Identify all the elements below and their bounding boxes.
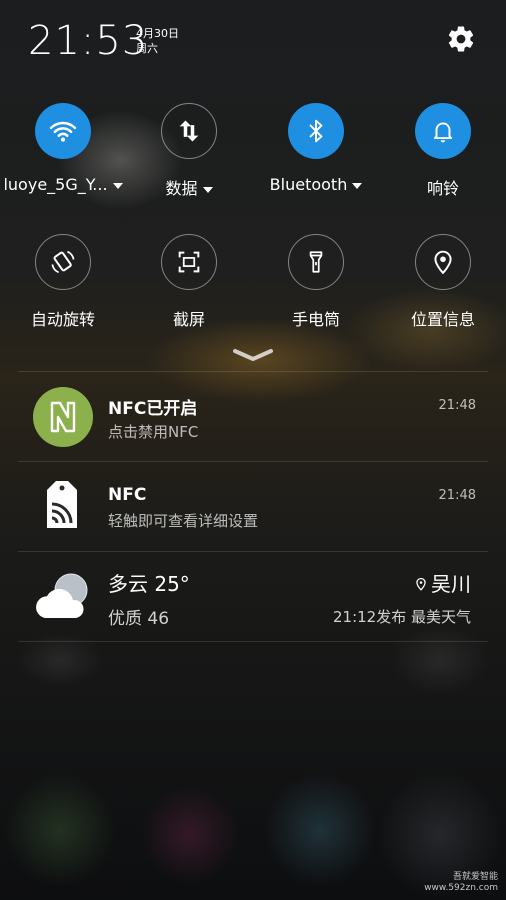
date-block: 4月30日 周六 xyxy=(136,26,179,56)
tile-wifi[interactable]: luoye_5G_Y... xyxy=(0,103,126,194)
auto-rotate-icon xyxy=(51,250,75,274)
auto-rotate-toggle[interactable] xyxy=(35,234,91,290)
wifi-dropdown-caret-icon[interactable] xyxy=(112,182,123,189)
screenshot-label[interactable]: 截屏 xyxy=(126,306,252,330)
screenshot-icon xyxy=(178,251,200,273)
notification-subtitle: 点击禁用NFC xyxy=(108,423,199,441)
sound-toggle[interactable] xyxy=(415,103,471,159)
bell-icon xyxy=(433,122,453,143)
bluetooth-label[interactable]: Bluetooth xyxy=(253,175,379,194)
notification-time: 21:48 xyxy=(438,398,476,413)
collapse-chevron-icon[interactable] xyxy=(233,348,273,362)
bluetooth-toggle[interactable] xyxy=(288,103,344,159)
flashlight-label[interactable]: 手电筒 xyxy=(253,306,379,330)
tile-bluetooth[interactable]: Bluetooth xyxy=(253,103,379,194)
wifi-label[interactable]: luoye_5G_Y... xyxy=(0,175,126,194)
notification-nfc-settings[interactable]: NFC 轻触即可查看详细设置 21:48 xyxy=(0,462,506,550)
notification-nfc-enabled[interactable]: NFC已开启 点击禁用NFC 21:48 xyxy=(0,372,506,460)
date: 4月30日 xyxy=(136,27,179,40)
tile-flashlight[interactable]: 手电筒 xyxy=(253,234,379,330)
tile-screenshot[interactable]: 截屏 xyxy=(126,234,252,330)
tile-sound[interactable]: 响铃 xyxy=(380,103,506,199)
weather-location-text: 吴川 xyxy=(431,572,471,596)
tile-auto-rotate[interactable]: 自动旋转 xyxy=(0,234,126,330)
wifi-network-name: luoye_5G_Y... xyxy=(3,175,108,194)
cloudy-icon xyxy=(36,573,88,618)
weather-condition-temp: 多云 25° xyxy=(108,572,190,596)
mobile-data-label[interactable]: 数据 xyxy=(126,175,252,199)
tile-mobile-data[interactable]: 数据 xyxy=(126,103,252,199)
mobile-data-toggle[interactable] xyxy=(161,103,217,159)
weather-air-quality: 优质 46 xyxy=(108,609,170,629)
watermark-line2: www.592zn.com xyxy=(424,883,498,893)
notification-subtitle: 轻触即可查看详细设置 xyxy=(108,512,259,530)
flashlight-toggle[interactable] xyxy=(288,234,344,290)
location-icon xyxy=(434,250,452,275)
status-bar: 21:53 4月30日 周六 xyxy=(0,0,506,80)
bluetooth-icon xyxy=(309,119,323,143)
location-pin-icon xyxy=(416,577,426,591)
weather-location: 吴川 xyxy=(414,568,471,597)
screenshot-toggle[interactable] xyxy=(161,234,217,290)
bluetooth-dropdown-caret-icon[interactable] xyxy=(352,182,363,189)
notification-title: NFC xyxy=(108,485,147,505)
divider xyxy=(18,641,488,642)
weather-widget[interactable]: 多云 25° 优质 46 吴川 21:12发布 最美天气 xyxy=(0,552,506,640)
sound-label[interactable]: 响铃 xyxy=(380,175,506,199)
weekday: 周六 xyxy=(136,42,158,55)
notification-title: NFC已开启 xyxy=(108,399,198,419)
auto-rotate-label[interactable]: 自动旋转 xyxy=(0,306,126,330)
notification-time: 21:48 xyxy=(438,488,476,503)
mobile-data-dropdown-caret-icon[interactable] xyxy=(202,186,213,193)
watermark: 吾就爱智能 www.592zn.com xyxy=(424,872,498,894)
mobile-data-icon xyxy=(179,120,199,142)
nfc-logo-icon xyxy=(33,387,93,447)
settings-gear-icon[interactable] xyxy=(446,24,476,54)
location-label[interactable]: 位置信息 xyxy=(380,306,506,330)
nfc-tag-icon xyxy=(47,481,77,528)
wifi-toggle[interactable] xyxy=(35,103,91,159)
clock: 21:53 xyxy=(28,18,149,64)
tile-location[interactable]: 位置信息 xyxy=(380,234,506,330)
flashlight-icon xyxy=(309,251,323,273)
wifi-icon xyxy=(49,121,77,142)
mobile-data-label-text: 数据 xyxy=(165,179,198,198)
weather-published: 21:12发布 最美天气 xyxy=(333,608,471,626)
location-toggle[interactable] xyxy=(415,234,471,290)
bluetooth-label-text: Bluetooth xyxy=(269,175,348,194)
watermark-line1: 吾就爱智能 xyxy=(452,872,498,882)
